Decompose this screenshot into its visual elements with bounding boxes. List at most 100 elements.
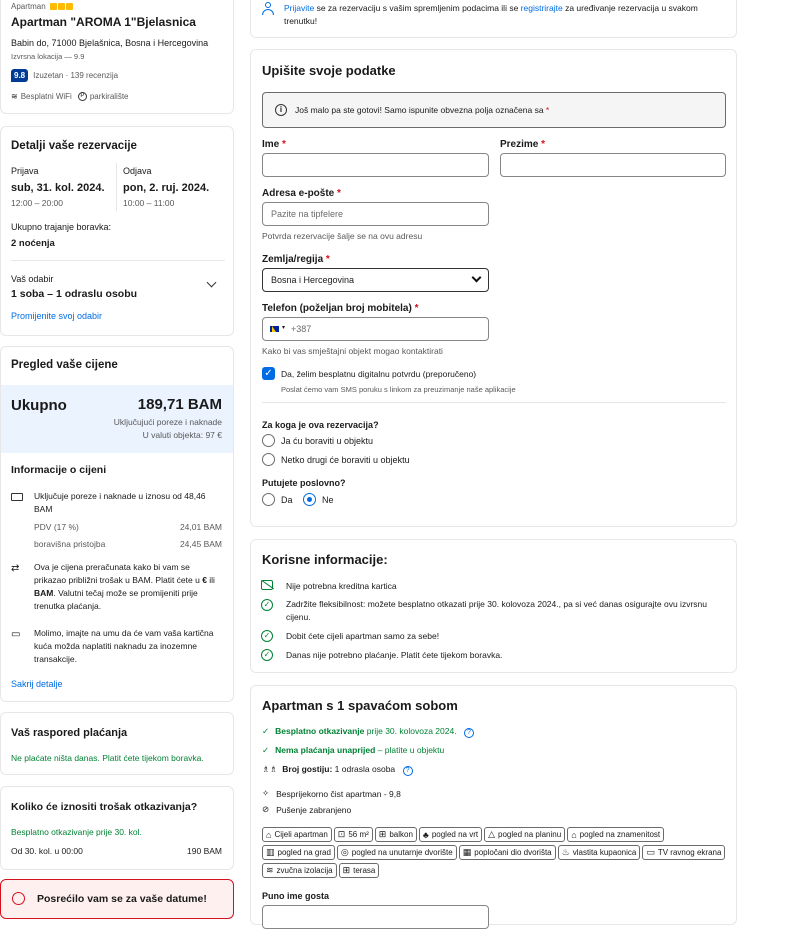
price-title: Pregled vaše cijene: [11, 359, 118, 371]
alert-text: Posrećilo vam se za vaše datume!: [37, 893, 207, 905]
currency-note: Ova je cijena preračunata kako bi vam se…: [34, 562, 215, 611]
business-label: Putujete poslovno?: [262, 478, 346, 488]
property-currency: U valuti objekta: 97 €: [142, 430, 222, 440]
useful-info-card: Korisne informacije: Nije potrebna kredi…: [250, 539, 737, 673]
flag-dropdown-icon: ▾: [282, 325, 286, 331]
business-yes-radio[interactable]: [262, 493, 275, 506]
last-name-input[interactable]: [500, 153, 726, 177]
tourist-tax-label: boravišna pristojba: [34, 539, 106, 549]
property-address: Babin do, 71000 Bjelašnica, Bosna i Herc…: [11, 38, 209, 48]
price-summary-card: Pregled vaše cijene Ukupno 189,71 BAM Uk…: [0, 346, 234, 702]
amenity-wifi: Besplatni WiFi: [20, 92, 72, 101]
card-fee-note: Molimo, imajte na umu da će vam vaša kar…: [34, 628, 214, 664]
phone-input[interactable]: ▾ +387: [262, 317, 489, 341]
phone-prefix: +387: [291, 324, 312, 334]
change-selection-link[interactable]: Promijenite svoj odabir: [11, 311, 102, 321]
divider: [11, 260, 225, 261]
chevron-down-icon[interactable]: [206, 277, 217, 288]
country-select[interactable]: Bosna i Hercegovina: [262, 268, 489, 292]
business-no-radio[interactable]: [303, 493, 316, 506]
cancel-free: Besplatno otkazivanje prije 30. kol.: [11, 827, 142, 837]
facility-tag: ⊞ balkon: [374, 827, 417, 842]
vat-label: PDV (17 %): [34, 522, 79, 532]
facility-tag: ♨ vlastita kupaonica: [557, 845, 641, 860]
facility-tag: ▭ TV ravnog ekrana: [642, 845, 726, 860]
cancel-title: Koliko će iznositi trošak otkazivanja?: [11, 801, 198, 813]
selection-value: 1 soba – 1 odraslu osobu: [11, 288, 138, 300]
clean-line: ✧ Besprijekorno čist apartman - 9,8: [262, 788, 401, 799]
business-yes-option[interactable]: Da: [262, 493, 293, 506]
phone-label: Telefon (poželjan broj mobitela) *: [262, 303, 419, 314]
email-help: Potvrda rezervacije šalje se na ovu adre…: [262, 231, 423, 241]
for-me-option[interactable]: Ja ću boraviti u objektu: [262, 434, 373, 447]
duration-label: Ukupno trajanje boravka:: [11, 222, 112, 232]
user-icon: [262, 2, 274, 15]
review-summary: Izuzetan · 139 recenzija: [33, 71, 119, 80]
facility-tag: ⊡ 56 m²: [333, 827, 373, 842]
for-other-radio[interactable]: [262, 453, 275, 466]
guest-name-input[interactable]: [262, 905, 489, 929]
tv-icon: ▭: [646, 847, 655, 857]
register-link[interactable]: registrirajte: [521, 3, 563, 13]
price-info-title: Informacije o cijeni: [11, 464, 107, 476]
checkout-date: pon, 2. ruj. 2024.: [123, 182, 210, 194]
includes-taxes: Uključuje poreze i naknade u iznosu od 4…: [34, 491, 206, 514]
landmark-icon: ⌂: [571, 829, 577, 840]
facility-tag: ⌂ pogled na znamenitost: [567, 827, 665, 842]
balcony-icon: ⊞: [378, 829, 387, 839]
garden-icon: ♣: [422, 829, 429, 840]
help-icon[interactable]: ?: [463, 728, 474, 738]
room-title: Apartman s 1 spavaćom sobom: [262, 698, 458, 713]
email-placeholder: Pazite na tipfelere: [271, 209, 344, 219]
currency-icon: ⇄: [11, 563, 20, 574]
selection-label: Vaš odabir: [11, 274, 54, 284]
courtyard-icon: ◎: [340, 847, 349, 857]
first-name-label: Ime *: [262, 139, 286, 150]
help-icon[interactable]: ?: [402, 766, 413, 776]
parking-icon: P: [77, 92, 87, 101]
card-icon: ▭: [11, 629, 21, 640]
wifi-icon: ≋: [11, 92, 18, 101]
total-value: 189,71 BAM: [137, 396, 222, 413]
mountain-icon: △: [488, 829, 496, 839]
useful-item: Dobit ćete cijeli apartman samo za sebe!: [286, 631, 440, 641]
form-info-box: i Još malo pa ste gotovi! Samo ispunite …: [262, 92, 726, 128]
guest-name-label: Puno ime gosta: [262, 891, 330, 901]
business-no-option[interactable]: Ne: [303, 493, 334, 506]
facility-tag: ≋ zvučna izolacija: [262, 863, 337, 878]
for-other-option[interactable]: Netko drugi će boraviti u objektu: [262, 453, 410, 466]
booking-title: Detalji vaše rezervacije: [11, 140, 137, 152]
checkout-label: Odjava: [123, 166, 152, 176]
sign-in-link[interactable]: Prijavite: [284, 3, 314, 13]
home-icon: ⌂: [266, 829, 272, 840]
soundproof-icon: ≋: [266, 865, 274, 875]
payment-schedule-card: Vaš raspored plaćanja Ne plaćate ništa d…: [0, 712, 234, 775]
first-name-input[interactable]: [262, 153, 489, 177]
for-me-radio[interactable]: [262, 434, 275, 447]
no-card-icon: [260, 579, 275, 590]
no-smoking-icon: ⊘: [262, 804, 270, 814]
price-total-panel: Ukupno 189,71 BAM Uključujući poreze i n…: [1, 385, 233, 453]
cancel-from-value: 190 BAM: [187, 846, 222, 856]
digital-confirmation-checkbox[interactable]: ✓: [262, 367, 275, 380]
facility-tag: ⌂ Cijeli apartman: [262, 827, 332, 842]
form-info-text: Još malo pa ste gotovi! Samo ispunite ob…: [295, 105, 550, 115]
digital-confirmation-help: Poslat ćemo vam SMS poruku s linkom za p…: [281, 385, 516, 394]
flag-icon[interactable]: [270, 326, 279, 332]
no-smoking-line: ⊘ Pušenje zabranjeno: [262, 804, 352, 815]
receipt-icon: [11, 493, 23, 501]
guest-details-card: Upišite svoje podatke i Još malo pa ste …: [250, 49, 737, 527]
property-name: Apartman "AROMA 1"Bjelasnica: [11, 15, 196, 29]
property-card: Apartman Apartman "AROMA 1"Bjelasnica Ba…: [0, 0, 234, 114]
email-input[interactable]: Pazite na tipfelere: [262, 202, 489, 226]
city-icon: ▥: [266, 847, 275, 857]
hide-details-link[interactable]: Sakrij detalje: [11, 679, 63, 689]
size-icon: ⊡: [337, 829, 346, 839]
sign-in-text: Prijavite se za rezervaciju s vašim spre…: [284, 3, 698, 26]
country-value: Bosna i Hercegovina: [271, 275, 355, 285]
bath-icon: ♨: [561, 847, 570, 857]
checkin-label: Prijava: [11, 166, 39, 176]
sign-in-card: Prijavite se za rezervaciju s vašim spre…: [250, 0, 737, 38]
useful-item: Nije potrebna kreditna kartica: [286, 581, 397, 591]
sparkle-icon: ✧: [262, 788, 270, 798]
